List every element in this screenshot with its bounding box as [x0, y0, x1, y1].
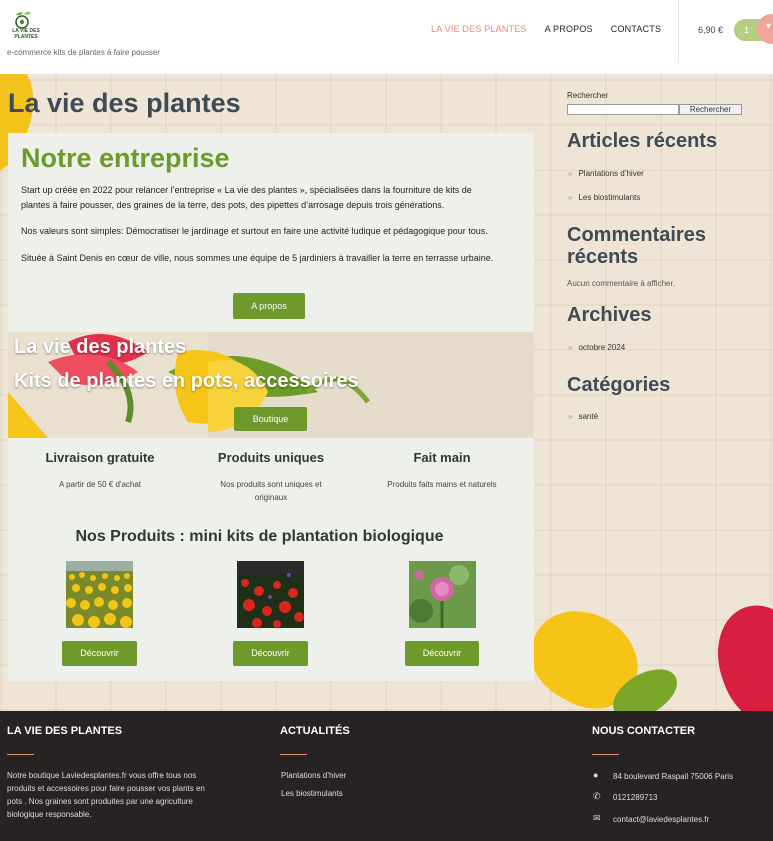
recent-post-label: Plantations d’hiver	[578, 169, 644, 178]
cart-icon: ▾	[766, 21, 772, 32]
about-paragraph: Située à Saint Denis en cœur de ville, n…	[21, 253, 494, 263]
nav-item-a-propos[interactable]: A PROPOS	[545, 24, 593, 34]
chevron-right-icon: »	[568, 169, 573, 178]
footer-email[interactable]: contact@laviedesplantes.fr	[613, 813, 709, 826]
archive-link[interactable]: » octobre 2024	[568, 343, 625, 352]
no-comments-text: Aucun commentaire à afficher.	[567, 279, 675, 288]
footer-divider	[7, 754, 34, 755]
footer-divider	[280, 754, 307, 755]
recent-post-link[interactable]: » Plantations d’hiver	[568, 169, 644, 178]
chevron-right-icon: »	[568, 412, 573, 421]
tulip-petal-shape	[702, 592, 773, 711]
about-title: Notre entreprise	[21, 143, 230, 173]
feature-text: A partir de 50 € d'achat	[58, 480, 142, 489]
chevron-right-icon: »	[568, 343, 573, 352]
product-image-sunflowers[interactable]	[66, 561, 133, 628]
feature-title: Produits uniques	[217, 450, 325, 465]
archives-title: Archives	[567, 304, 652, 326]
categories-title: Catégories	[567, 374, 671, 396]
about-panel: Notre entreprise Start up créée en 2022 …	[8, 133, 534, 332]
discover-button[interactable]: Découvrir	[233, 641, 308, 666]
recent-comments-title: Commentaires récents	[567, 224, 706, 268]
feature-text: Nos produits sont uniques et originaux	[220, 480, 322, 502]
footer-news-link[interactable]: Les biostimulants	[281, 787, 343, 800]
footer-phone[interactable]: 0121289713	[613, 791, 658, 804]
phone-icon: ✆	[593, 791, 601, 801]
footer-about-text: Notre boutique Laviedesplantes.fr vous o…	[7, 771, 205, 819]
search-input[interactable]	[567, 104, 679, 115]
discover-button[interactable]: Découvrir	[405, 641, 479, 666]
boutique-banner: La vie des plantes Kits de plantes en po…	[8, 332, 534, 438]
products-heading: Nos Produits : mini kits de plantation b…	[75, 528, 444, 545]
cart-count: 1	[744, 25, 750, 35]
features-products-panel: Livraison gratuite A partir de 50 € d'ac…	[8, 438, 534, 681]
product-image-poppies[interactable]	[237, 561, 304, 628]
site-header: LA VIE DES PLANTES e-commerce kits de pl…	[0, 0, 773, 74]
logo-text: LA VIE DES PLANTES	[12, 28, 40, 40]
search-button[interactable]: Rechercher	[679, 104, 742, 115]
chevron-right-icon: »	[568, 193, 573, 202]
feature-text: Produits faits mains et naturels	[387, 480, 497, 489]
product-image-clover[interactable]	[409, 561, 476, 628]
recent-post-link[interactable]: » Les biostimulants	[568, 193, 640, 202]
about-button[interactable]: A propos	[233, 293, 305, 319]
footer-contact-title: NOUS CONTACTER	[592, 725, 696, 737]
search-label: Rechercher	[567, 91, 609, 100]
about-paragraph: Start up créée en 2022 pour relancer l’e…	[21, 185, 472, 210]
footer-news-title: ACTUALITÉS	[280, 725, 350, 737]
category-link[interactable]: » santé	[568, 412, 598, 421]
archive-label: octobre 2024	[578, 343, 626, 352]
footer-address: 84 boulevard Raspail 75006 Paris	[613, 772, 734, 781]
footer-news-link[interactable]: Plantations d’hiver	[281, 769, 346, 782]
feature-title: Livraison gratuite	[45, 450, 155, 465]
header-divider	[678, 0, 679, 62]
feature-item: Produits uniques Nos produits sont uniqu…	[186, 450, 356, 504]
recent-posts-title: Articles récents	[567, 130, 718, 152]
nav-item-la-vie-des-plantes[interactable]: LA VIE DES PLANTES	[431, 24, 527, 34]
category-label: santé	[578, 412, 599, 421]
feature-item: Livraison gratuite A partir de 50 € d'ac…	[15, 450, 185, 491]
footer-divider	[592, 754, 619, 755]
footer-about-title: LA VIE DES PLANTES	[7, 725, 123, 737]
recent-post-label: Les biostimulants	[578, 193, 641, 202]
feature-title: Fait main	[413, 450, 471, 465]
main-nav: LA VIE DES PLANTES A PROPOS CONTACTS	[431, 24, 661, 34]
boutique-button[interactable]: Boutique	[234, 407, 307, 431]
site-tagline: e-commerce kits de plantes à faire pouss…	[7, 48, 160, 57]
cart-total[interactable]: 6,90 €	[698, 25, 723, 35]
nav-item-contacts[interactable]: CONTACTS	[611, 24, 661, 34]
map-pin-icon: ●	[593, 770, 599, 780]
about-paragraph: Nos valeurs sont simples: Démocratiser l…	[21, 226, 488, 236]
banner-title: La vie des plantes	[14, 336, 187, 358]
page-title: La vie des plantes	[8, 88, 241, 118]
feature-item: Fait main Produits faits mains et nature…	[357, 450, 527, 491]
banner-subtitle: Kits de plantes en pots, accessoires	[14, 370, 359, 392]
discover-button[interactable]: Découvrir	[62, 641, 137, 666]
envelope-icon: ✉	[593, 813, 601, 823]
